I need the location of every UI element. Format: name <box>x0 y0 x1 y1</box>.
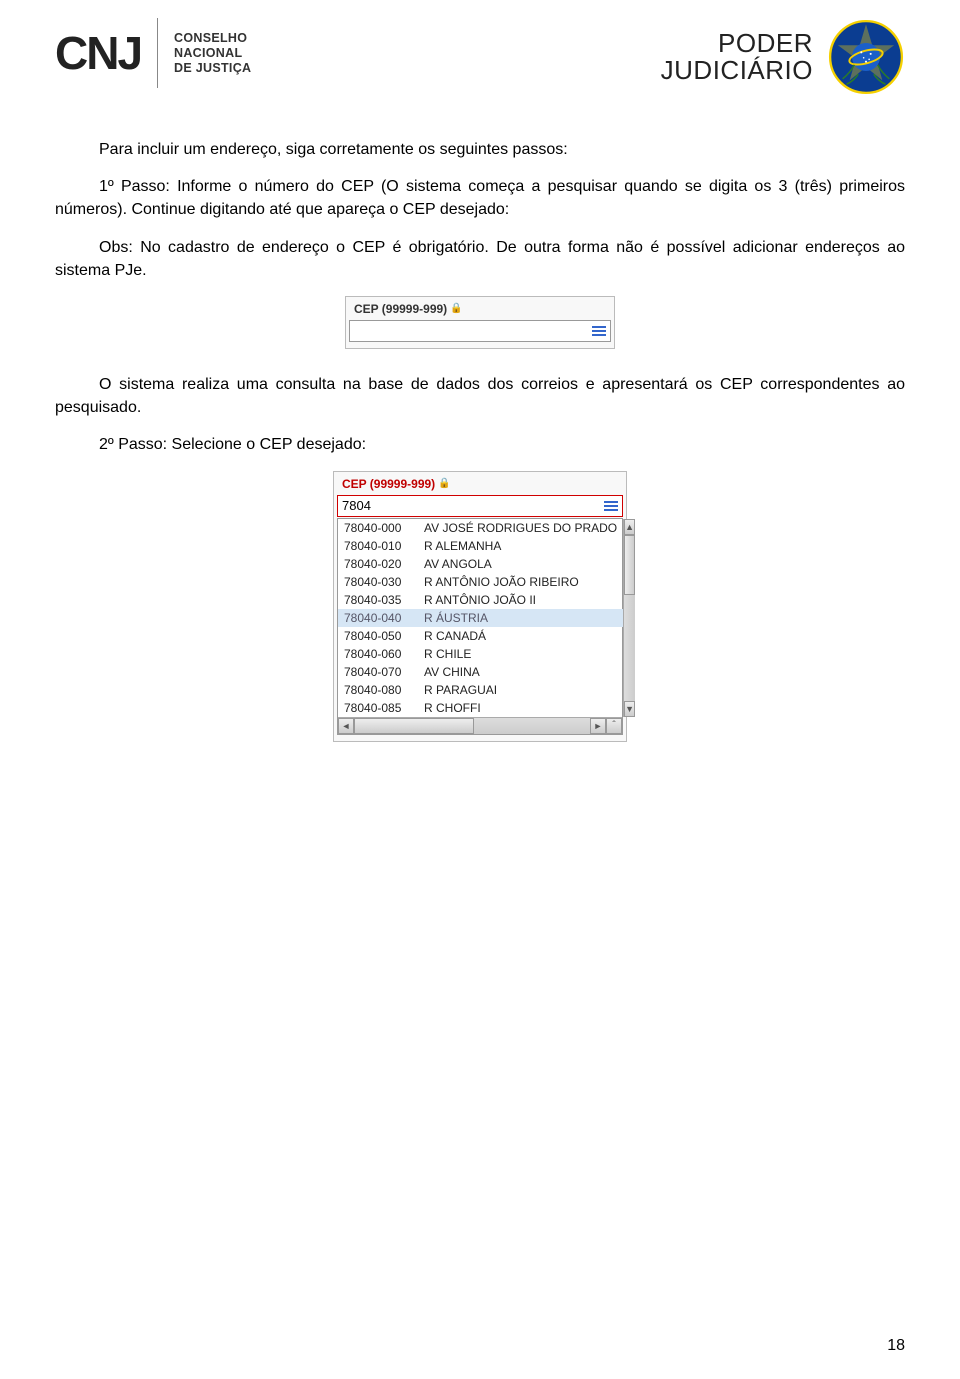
cep-option[interactable]: 78040-020 AV ANGOLA <box>338 555 623 573</box>
horizontal-scrollbar[interactable]: ◄ ► ˆ <box>338 717 622 734</box>
cnj-subtitle: CONSELHO NACIONAL DE JUSTIÇA <box>174 31 251 76</box>
cnj-sub-line2: NACIONAL <box>174 46 251 61</box>
intro-paragraph: Para incluir um endereço, siga corretame… <box>55 138 905 161</box>
lock-icon: 🔒 <box>450 303 462 314</box>
cep-option[interactable]: 78040-030 R ANTÔNIO JOÃO RIBEIRO <box>338 573 623 591</box>
cep-option-address: AV CHINA <box>424 665 480 679</box>
cep-option-code: 78040-030 <box>344 575 416 589</box>
cep-input-widget-dropdown: CEP (99999-999) 🔒 7804 78040-000 AV JOSÉ … <box>333 471 627 742</box>
scroll-track-horizontal[interactable] <box>354 718 590 734</box>
passo2-paragraph: 2º Passo: Selecione o CEP desejado: <box>55 433 905 456</box>
cnj-sub-line3: DE JUSTIÇA <box>174 61 251 76</box>
cep-input-widget-empty: CEP (99999-999) 🔒 <box>345 296 615 349</box>
vertical-scrollbar[interactable]: ▲ ▼ <box>623 519 635 717</box>
passo1-paragraph: 1º Passo: Informe o número do CEP (O sis… <box>55 175 905 221</box>
cep-option-code: 78040-085 <box>344 701 416 715</box>
scroll-right-button[interactable]: ► <box>590 718 606 734</box>
cep-option-address: R ÁUSTRIA <box>424 611 488 625</box>
poder-judiciario-title: PODER JUDICIÁRIO <box>661 30 813 85</box>
cep-option-address: AV ANGOLA <box>424 557 492 571</box>
cep-option[interactable]: 78040-035 R ANTÔNIO JOÃO II <box>338 591 623 609</box>
divider-icon <box>157 18 158 88</box>
scroll-track-vertical[interactable] <box>624 535 635 701</box>
cep-option[interactable]: 78040-070 AV CHINA <box>338 663 623 681</box>
menu-icon[interactable] <box>604 501 618 511</box>
cep-option[interactable]: 78040-060 R CHILE <box>338 645 623 663</box>
brazil-seal-icon <box>827 18 905 96</box>
cep-option-address: R PARAGUAI <box>424 683 497 697</box>
cep-option-code: 78040-020 <box>344 557 416 571</box>
cep-label-text: CEP (99999-999) <box>354 302 447 316</box>
cep-option[interactable]: 78040-000 AV JOSÉ RODRIGUES DO PRADO <box>338 519 623 537</box>
cep-option[interactable]: 78040-040 R ÁUSTRIA <box>338 609 623 627</box>
cep-option-code: 78040-035 <box>344 593 416 607</box>
cep-option-address: R ANTÔNIO JOÃO II <box>424 593 536 607</box>
cep-input[interactable] <box>349 320 611 342</box>
cnj-sub-line1: CONSELHO <box>174 31 251 46</box>
cep-field-label: CEP (99999-999) 🔒 <box>349 300 611 320</box>
cep-input-2[interactable]: 7804 <box>337 495 623 517</box>
cep-option[interactable]: 78040-080 R PARAGUAI <box>338 681 623 699</box>
poder-line2: JUDICIÁRIO <box>661 57 813 84</box>
lock-icon: 🔒 <box>438 478 450 489</box>
cep-field-label-2: CEP (99999-999) 🔒 <box>337 475 623 495</box>
scroll-up-button[interactable]: ▲ <box>624 519 635 535</box>
obs-paragraph: Obs: No cadastro de endereço o CEP é obr… <box>55 236 905 282</box>
cep-label-text-2: CEP (99999-999) <box>342 477 435 491</box>
page-header: CNJ CONSELHO NACIONAL DE JUSTIÇA PODER J… <box>55 18 905 96</box>
cep-option-address: R CANADÁ <box>424 629 486 643</box>
poder-line1: PODER <box>661 30 813 57</box>
scroll-down-button[interactable]: ▼ <box>624 701 635 717</box>
header-right-block: PODER JUDICIÁRIO <box>661 18 905 96</box>
cep-option-code: 78040-060 <box>344 647 416 661</box>
cnj-logo: CNJ CONSELHO NACIONAL DE JUSTIÇA <box>55 18 251 88</box>
cep-option-address: R CHILE <box>424 647 471 661</box>
cep-dropdown: 78040-000AV JOSÉ RODRIGUES DO PRADO78040… <box>337 518 623 735</box>
cep-option-code: 78040-050 <box>344 629 416 643</box>
cep-option[interactable]: 78040-010 R ALEMANHA <box>338 537 623 555</box>
cnj-logo-text: CNJ <box>55 26 141 80</box>
cep-dropdown-list: 78040-000AV JOSÉ RODRIGUES DO PRADO78040… <box>338 519 623 717</box>
chevron-up-icon[interactable]: ˆ <box>606 718 622 734</box>
middle-paragraph: O sistema realiza uma consulta na base d… <box>55 373 905 419</box>
cep-option-address: R CHOFFI <box>424 701 481 715</box>
cep-option-code: 78040-080 <box>344 683 416 697</box>
page-number: 18 <box>887 1337 905 1355</box>
scroll-thumb-horizontal[interactable] <box>354 718 474 734</box>
cep-option[interactable]: 78040-050 R CANADÁ <box>338 627 623 645</box>
menu-icon[interactable] <box>592 326 606 336</box>
cep-option[interactable]: 78040-085 R CHOFFI <box>338 699 623 717</box>
cep-option-code: 78040-040 <box>344 611 416 625</box>
scroll-thumb-vertical[interactable] <box>624 535 635 595</box>
header-left-block: CNJ CONSELHO NACIONAL DE JUSTIÇA <box>55 18 251 88</box>
cep-option-code: 78040-000 <box>344 521 416 535</box>
scroll-left-button[interactable]: ◄ <box>338 718 354 734</box>
cep-option-code: 78040-010 <box>344 539 416 553</box>
cep-option-address: R ANTÔNIO JOÃO RIBEIRO <box>424 575 579 589</box>
cep-option-address: R ALEMANHA <box>424 539 501 553</box>
cep-option-address: AV JOSÉ RODRIGUES DO PRADO <box>424 521 617 535</box>
cep-option-code: 78040-070 <box>344 665 416 679</box>
cep-input-value-2: 7804 <box>342 498 604 513</box>
